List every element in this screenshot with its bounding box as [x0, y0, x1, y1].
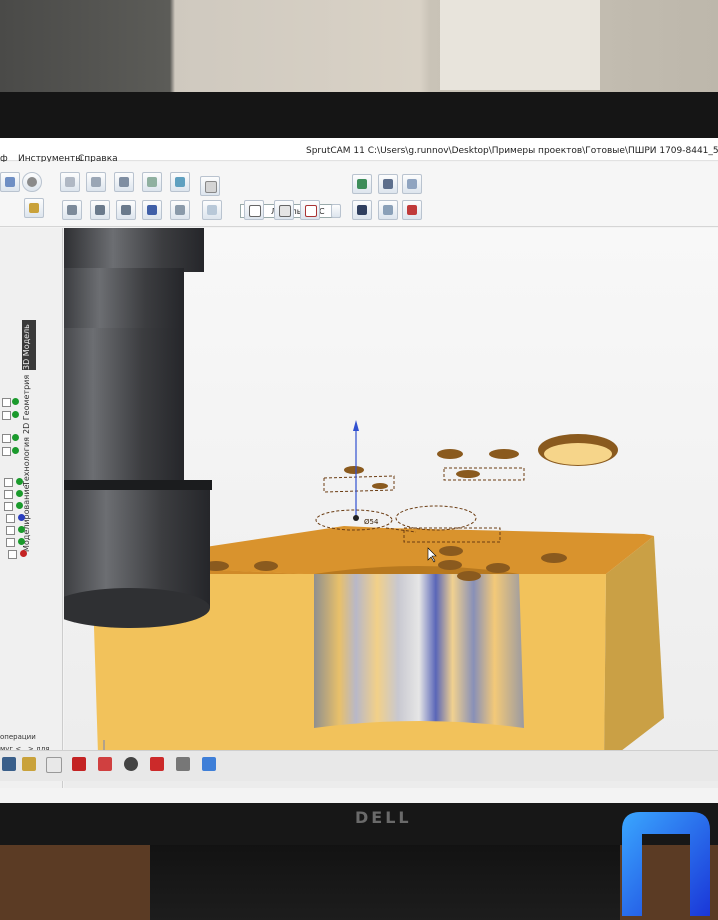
- monitor-screen: SprutCAM 11 C:\Users\g.runnov\Desktop\Пр…: [0, 138, 718, 803]
- hole: [489, 449, 519, 459]
- angle-icon[interactable]: [402, 174, 422, 194]
- part-right-face: [604, 536, 664, 764]
- sphere-view-icon[interactable]: [22, 172, 42, 192]
- app-icon[interactable]: [98, 757, 112, 771]
- status-led: [18, 538, 25, 545]
- pdf-icon[interactable]: [300, 200, 320, 220]
- layers-icon[interactable]: [142, 200, 162, 220]
- hole: [439, 546, 463, 556]
- hole: [254, 561, 278, 571]
- view-iso-icon[interactable]: [142, 172, 162, 192]
- tab-2d-geometry[interactable]: 2D Геометрия: [22, 374, 36, 434]
- tab-3d-model[interactable]: 3D Модель: [22, 320, 36, 370]
- tab-technology[interactable]: Технология: [22, 436, 36, 486]
- visibility-checkbox[interactable]: [2, 434, 11, 443]
- hole: [486, 563, 510, 573]
- tool-icon[interactable]: [24, 198, 44, 218]
- mail-icon[interactable]: [72, 757, 86, 771]
- task-view-icon[interactable]: [2, 757, 16, 771]
- hole: [344, 466, 364, 474]
- operation-checkbox[interactable]: [4, 478, 13, 487]
- operation-checkbox[interactable]: [4, 502, 13, 511]
- operation-checkbox[interactable]: [8, 550, 17, 559]
- fixture-icon[interactable]: [62, 200, 82, 220]
- status-led: [16, 478, 23, 485]
- status-led: [12, 411, 19, 418]
- operation-checkbox[interactable]: [6, 538, 15, 547]
- open-icon[interactable]: [0, 172, 20, 192]
- visibility-checkbox[interactable]: [2, 398, 11, 407]
- watermark-logo: [622, 812, 710, 916]
- view-iso2-icon[interactable]: [170, 172, 190, 192]
- hole: [372, 483, 388, 489]
- view-side-icon[interactable]: [114, 172, 134, 192]
- wall-paper-sheet: [440, 0, 600, 90]
- mill-tool-icon[interactable]: [90, 200, 110, 220]
- 3d-scene: Ø54: [44, 228, 664, 764]
- document-icon[interactable]: [244, 200, 264, 220]
- spindle-body: [54, 268, 184, 328]
- status-operations: операции: [0, 733, 36, 741]
- hole: [457, 571, 481, 581]
- measure-icon[interactable]: [378, 174, 398, 194]
- status-led: [12, 434, 19, 441]
- window-title: SprutCAM 11 C:\Users\g.runnov\Desktop\Пр…: [306, 146, 718, 156]
- export-icon[interactable]: [274, 200, 294, 220]
- drill-tool-icon[interactable]: [116, 200, 136, 220]
- monitor-bezel-top: [0, 92, 718, 140]
- status-led: [18, 514, 25, 521]
- stock-icon[interactable]: [352, 174, 372, 194]
- diameter-label: Ø54: [364, 518, 379, 526]
- status-led: [16, 502, 23, 509]
- operation-checkbox[interactable]: [4, 490, 13, 499]
- chevron-down-icon[interactable]: [331, 204, 341, 218]
- status-led: [12, 398, 19, 405]
- 3d-viewport[interactable]: Ø54: [44, 228, 718, 788]
- toolbar: Локальная С: [0, 162, 718, 227]
- visibility-checkbox[interactable]: [2, 411, 11, 420]
- axes-icon[interactable]: [202, 200, 222, 220]
- hole: [438, 560, 462, 570]
- operation-checkbox[interactable]: [6, 514, 15, 523]
- sprutcam-taskbar-icon[interactable]: [124, 757, 138, 771]
- status-led: [20, 550, 27, 557]
- monitor-brand-logo: DELL: [355, 808, 412, 827]
- operation-checkbox[interactable]: [6, 526, 15, 535]
- view-front-icon[interactable]: [60, 172, 80, 192]
- visibility-checkbox[interactable]: [2, 447, 11, 456]
- simulation-icon[interactable]: [352, 200, 372, 220]
- hole: [456, 470, 480, 478]
- view-top-icon[interactable]: [86, 172, 106, 192]
- left-panel: 3D Модель 2D Геометрия Технология Модели…: [0, 228, 63, 788]
- explorer-icon[interactable]: [22, 757, 36, 771]
- spindle-head: [64, 228, 204, 272]
- app-icon[interactable]: [150, 757, 164, 771]
- calculator-icon[interactable]: [176, 757, 190, 771]
- pocket-wall: [314, 574, 524, 728]
- status-led: [16, 490, 23, 497]
- app-icon[interactable]: [46, 757, 62, 773]
- monitor-stand: [150, 835, 620, 920]
- status-led: [12, 447, 19, 454]
- origin-marker: [353, 515, 359, 521]
- check-icon[interactable]: [378, 200, 398, 220]
- windows-taskbar: [0, 750, 718, 781]
- hole: [541, 553, 567, 563]
- hole: [437, 449, 463, 459]
- postprocessor-icon[interactable]: [402, 200, 422, 220]
- app-icon[interactable]: [202, 757, 216, 771]
- status-led: [18, 526, 25, 533]
- title-bar: SprutCAM 11 C:\Users\g.runnov\Desktop\Пр…: [0, 138, 718, 164]
- cube-icon[interactable]: [200, 176, 220, 196]
- machine-icon[interactable]: [170, 200, 190, 220]
